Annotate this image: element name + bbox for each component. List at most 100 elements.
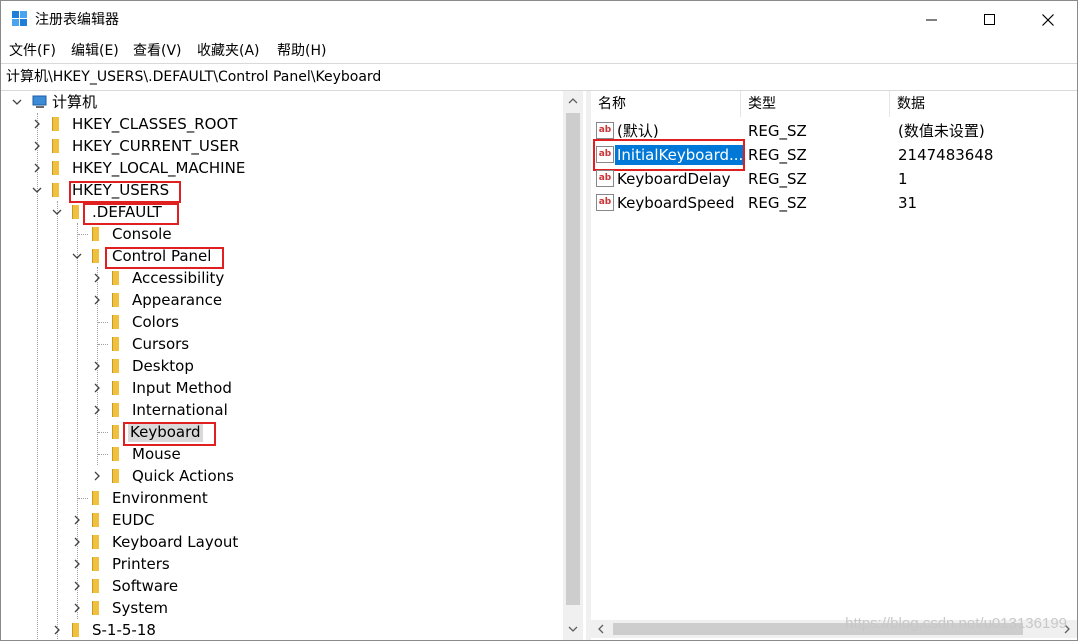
tree-label: Accessibility xyxy=(132,269,225,287)
tree-item-hkey-current-user[interactable]: HKEY_CURRENT_USER xyxy=(1,135,561,157)
column-header-type[interactable]: 类型 xyxy=(741,91,890,117)
key-tree-pane[interactable]: 计算机 HKEY_CLASSES_ROOT HKEY_CURRENT_USER … xyxy=(1,91,586,640)
menu-favorites[interactable]: 收藏夹(A) xyxy=(197,42,260,60)
tree-label: Environment xyxy=(112,489,208,507)
value-row[interactable]: ab KeyboardDelay REG_SZ 1 xyxy=(591,167,1077,191)
value-row[interactable]: ab KeyboardSpeed REG_SZ 31 xyxy=(591,191,1077,215)
chevron-right-icon[interactable] xyxy=(90,289,104,311)
menu-file[interactable]: 文件(F) xyxy=(9,42,56,60)
tree-item-environment[interactable]: Environment xyxy=(1,487,561,509)
regedit-app-icon xyxy=(12,11,28,27)
scroll-left-arrow-icon[interactable] xyxy=(591,620,611,638)
chevron-right-icon[interactable] xyxy=(70,597,84,619)
tree-guide-line xyxy=(98,454,108,455)
chevron-right-icon[interactable] xyxy=(30,157,44,179)
string-value-icon: ab xyxy=(596,146,614,163)
title-bar[interactable]: 注册表编辑器 xyxy=(1,1,1077,39)
folder-icon xyxy=(92,579,99,593)
tree-item-printers[interactable]: Printers xyxy=(1,553,561,575)
close-button[interactable] xyxy=(1019,1,1077,39)
value-name: KeyboardDelay xyxy=(617,170,731,188)
folder-icon xyxy=(112,447,119,461)
chevron-right-icon[interactable] xyxy=(70,531,84,553)
tree-item-hkey-classes-root[interactable]: HKEY_CLASSES_ROOT xyxy=(1,113,561,135)
value-row[interactable]: ab (默认) REG_SZ (数值未设置) xyxy=(591,119,1077,143)
tree-item-console[interactable]: Console xyxy=(1,223,561,245)
folder-icon xyxy=(112,425,119,439)
folder-icon xyxy=(92,227,99,241)
maximize-button[interactable] xyxy=(961,1,1019,39)
column-header-data[interactable]: 数据 xyxy=(890,91,1077,117)
tree-item-hkey-users[interactable]: HKEY_USERS xyxy=(1,179,561,201)
scrollbar-thumb[interactable] xyxy=(566,113,580,605)
tree-item-input-method[interactable]: Input Method xyxy=(1,377,561,399)
chevron-down-icon[interactable] xyxy=(70,245,84,267)
chevron-right-icon[interactable] xyxy=(50,619,64,640)
chevron-right-icon[interactable] xyxy=(90,267,104,289)
tree-item-software[interactable]: Software xyxy=(1,575,561,597)
value-data: 31 xyxy=(898,194,918,212)
tree-label: Keyboard xyxy=(128,422,203,442)
folder-icon xyxy=(112,337,119,351)
values-list-pane[interactable]: 名称 类型 数据 ab (默认) REG_SZ (数值未设置) ab Initi… xyxy=(591,91,1077,640)
tree-item-system[interactable]: System xyxy=(1,597,561,619)
folder-icon xyxy=(52,161,59,175)
chevron-right-icon[interactable] xyxy=(90,355,104,377)
chevron-right-icon[interactable] xyxy=(90,377,104,399)
minimize-icon xyxy=(926,19,937,21)
tree-label: Appearance xyxy=(132,291,223,309)
tree-guide-line xyxy=(98,322,108,323)
tree-item-s-1-5-18[interactable]: S-1-5-18 xyxy=(1,619,561,640)
tree-item-colors[interactable]: Colors xyxy=(1,311,561,333)
scroll-down-arrow-icon[interactable] xyxy=(563,619,583,639)
minimize-button[interactable] xyxy=(903,1,961,39)
tree-item-desktop[interactable]: Desktop xyxy=(1,355,561,377)
value-type: REG_SZ xyxy=(748,170,807,188)
tree-item-mouse[interactable]: Mouse xyxy=(1,443,561,465)
column-header-name[interactable]: 名称 xyxy=(591,91,741,117)
tree-item-accessibility[interactable]: Accessibility xyxy=(1,267,561,289)
tree-guide-line xyxy=(78,498,88,499)
tree-item-appearance[interactable]: Appearance xyxy=(1,289,561,311)
chevron-down-icon[interactable] xyxy=(30,179,44,201)
maximize-icon xyxy=(984,14,995,25)
chevron-right-icon[interactable] xyxy=(70,575,84,597)
tree-item-eudc[interactable]: EUDC xyxy=(1,509,561,531)
watermark-text: https://blog.csdn.net/u013136199 xyxy=(845,615,1067,632)
string-value-icon: ab xyxy=(596,194,614,211)
tree-item-computer[interactable]: 计算机 xyxy=(1,91,561,113)
folder-icon xyxy=(112,381,119,395)
chevron-down-icon[interactable] xyxy=(50,201,64,223)
tree-label: International xyxy=(132,401,228,419)
tree-vertical-scrollbar[interactable] xyxy=(563,91,583,640)
tree-label: HKEY_USERS xyxy=(72,181,170,199)
tree-item-control-panel[interactable]: Control Panel xyxy=(1,245,561,267)
tree-label: System xyxy=(112,599,168,617)
scroll-up-arrow-icon[interactable] xyxy=(563,91,583,111)
chevron-right-icon[interactable] xyxy=(90,465,104,487)
chevron-right-icon[interactable] xyxy=(30,113,44,135)
chevron-down-icon[interactable] xyxy=(10,91,24,113)
tree-item-quick-actions[interactable]: Quick Actions xyxy=(1,465,561,487)
address-bar[interactable]: 计算机\HKEY_USERS\.DEFAULT\Control Panel\Ke… xyxy=(1,63,1077,91)
chevron-right-icon[interactable] xyxy=(30,135,44,157)
chevron-right-icon[interactable] xyxy=(90,399,104,421)
tree-label: Software xyxy=(112,577,179,595)
chevron-right-icon[interactable] xyxy=(70,553,84,575)
tree-item-cursors[interactable]: Cursors xyxy=(1,333,561,355)
menu-edit[interactable]: 编辑(E) xyxy=(71,42,119,60)
tree-label: Quick Actions xyxy=(132,467,234,485)
tree-guide-line xyxy=(98,432,108,433)
menu-view[interactable]: 查看(V) xyxy=(133,42,182,60)
address-path[interactable]: 计算机\HKEY_USERS\.DEFAULT\Control Panel\Ke… xyxy=(6,68,381,86)
tree-item-default[interactable]: .DEFAULT xyxy=(1,201,561,223)
tree-item-keyboard-layout[interactable]: Keyboard Layout xyxy=(1,531,561,553)
chevron-right-icon[interactable] xyxy=(70,509,84,531)
menu-help[interactable]: 帮助(H) xyxy=(277,42,326,60)
folder-icon xyxy=(92,513,99,527)
value-row-selected[interactable]: ab InitialKeyboard... REG_SZ 2147483648 xyxy=(591,143,1077,167)
tree-item-hkey-local-machine[interactable]: HKEY_LOCAL_MACHINE xyxy=(1,157,561,179)
value-type: REG_SZ xyxy=(748,146,807,164)
tree-item-keyboard[interactable]: Keyboard xyxy=(1,421,561,443)
tree-item-international[interactable]: International xyxy=(1,399,561,421)
